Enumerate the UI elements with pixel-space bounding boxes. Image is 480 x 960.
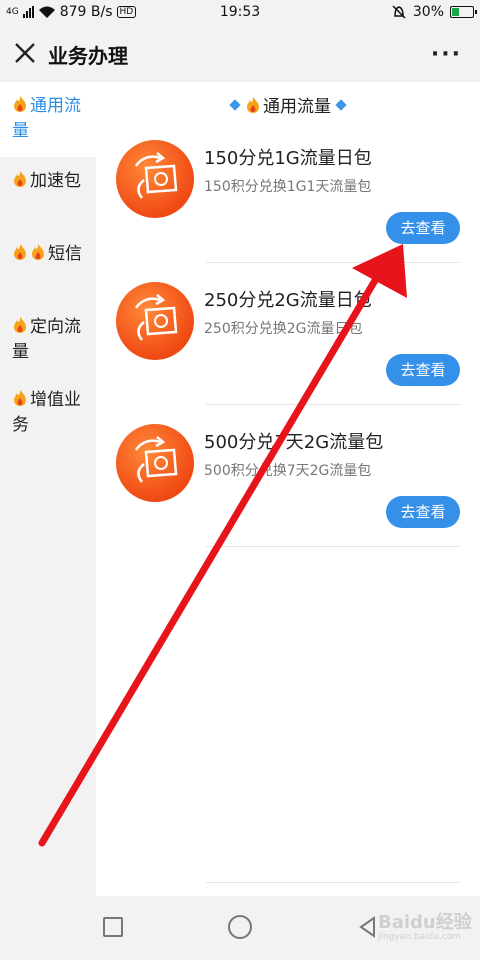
close-icon[interactable]	[12, 40, 38, 66]
product-list-panel: 通用流量 150分兑1G流量日包 150积分兑换1G1天流量包 去查看 250分…	[96, 82, 480, 896]
product-card: 500分兑7天2G流量包 500积分兑换7天2G流量包 去查看	[96, 414, 480, 556]
watermark-url: jingyan.baidu.com	[378, 932, 462, 942]
battery-percent: 30%	[412, 4, 444, 20]
view-button[interactable]: 去查看	[386, 212, 460, 244]
product-name: 250分兑2G流量日包	[204, 290, 372, 311]
page-title: 业务办理	[48, 44, 128, 68]
status-bar: 4G 879 B/s HD 19:53 30%	[0, 0, 480, 26]
sidebar-item-boost-pack[interactable]: 加速包	[0, 157, 96, 230]
fire-icon	[14, 171, 26, 187]
fire-icon	[247, 97, 259, 113]
product-desc: 250积分兑换2G流量日包	[204, 321, 363, 337]
battery-icon	[450, 6, 477, 18]
title-bar: 业务办理 ···	[0, 26, 480, 82]
sidebar-item-label: 短信	[48, 244, 82, 264]
watermark: Baidu经验 jingyan.baidu.com	[378, 908, 472, 942]
product-name: 500分兑7天2G流量包	[204, 432, 384, 453]
exchange-icon	[116, 282, 194, 360]
view-button[interactable]: 去查看	[386, 354, 460, 386]
fire-icon	[32, 244, 44, 260]
diamond-icon	[229, 99, 241, 111]
product-desc: 150积分兑换1G1天流量包	[204, 179, 372, 195]
divider	[206, 262, 460, 263]
fire-icon	[14, 244, 26, 260]
system-nav-bar: Baidu经验 jingyan.baidu.com	[0, 896, 480, 960]
exchange-icon	[116, 424, 194, 502]
diamond-icon	[335, 99, 347, 111]
sidebar-item-general-data[interactable]: 通用流量	[0, 82, 96, 157]
sidebar-item-label: 加速包	[30, 171, 81, 191]
sidebar-item-value-added[interactable]: 增值业务	[0, 376, 96, 449]
product-card: 250分兑2G流量日包 250积分兑换2G流量日包 去查看	[96, 272, 480, 414]
product-card: 150分兑1G流量日包 150积分兑换1G1天流量包 去查看	[96, 130, 480, 272]
exchange-icon	[116, 140, 194, 218]
divider	[206, 546, 460, 547]
product-desc: 500积分兑换7天2G流量包	[204, 463, 372, 479]
mute-icon	[392, 5, 406, 19]
back-icon[interactable]	[356, 915, 380, 939]
fire-icon	[14, 390, 26, 406]
fire-icon	[14, 317, 26, 333]
category-sidebar: 通用流量 加速包 短信 定向流量 增值业务	[0, 82, 96, 896]
fire-icon	[14, 96, 26, 112]
section-title: 通用流量	[263, 97, 331, 117]
home-button[interactable]	[228, 915, 252, 939]
view-button[interactable]: 去查看	[386, 496, 460, 528]
sidebar-item-sms[interactable]: 短信	[0, 230, 96, 303]
product-name: 150分兑1G流量日包	[204, 148, 372, 169]
divider	[206, 882, 460, 883]
section-header: 通用流量	[96, 92, 480, 117]
watermark-text: Baidu经验	[378, 912, 472, 933]
more-menu-button[interactable]: ···	[431, 42, 462, 67]
divider	[206, 404, 460, 405]
recent-apps-button[interactable]	[103, 917, 123, 937]
sidebar-item-directed-data[interactable]: 定向流量	[0, 303, 96, 376]
